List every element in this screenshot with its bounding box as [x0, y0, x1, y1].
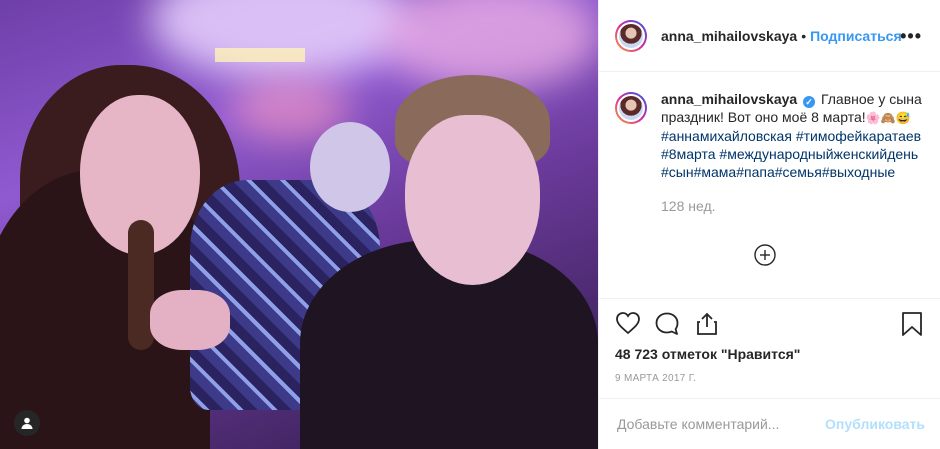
- caption-body: anna_mihailovskaya ✓ Главное у сына праз…: [661, 90, 924, 293]
- comment-icon[interactable]: [654, 311, 680, 337]
- action-bar: [599, 298, 940, 349]
- post-side-panel: anna_mihailovskaya • Подписаться ••• ann…: [598, 0, 940, 449]
- header-username[interactable]: anna_mihailovskaya: [661, 28, 797, 44]
- heart-icon[interactable]: [615, 311, 641, 335]
- hashtag-link[interactable]: #тимофейкаратаев: [796, 128, 921, 144]
- instagram-post: anna_mihailovskaya • Подписаться ••• ann…: [0, 0, 940, 449]
- hashtag-link[interactable]: #папа: [736, 164, 775, 180]
- verified-badge-icon: ✓: [803, 96, 816, 108]
- hashtag-link[interactable]: #8марта: [661, 146, 716, 162]
- bookmark-icon[interactable]: [901, 311, 923, 337]
- avatar[interactable]: [615, 19, 647, 52]
- hashtag-link[interactable]: #семья: [775, 164, 822, 180]
- caption-avatar[interactable]: [615, 92, 647, 124]
- post-header: anna_mihailovskaya • Подписаться •••: [599, 0, 940, 72]
- plus-circle-icon[interactable]: [754, 244, 776, 266]
- post-date[interactable]: 9 МАРТА 2017 Г.: [615, 373, 696, 384]
- share-icon[interactable]: [695, 311, 719, 337]
- comment-box: Опубликовать: [599, 398, 940, 449]
- hashtag-link[interactable]: #аннамихайловская: [661, 128, 792, 144]
- follow-button[interactable]: Подписаться: [810, 28, 902, 44]
- hashtag-link[interactable]: #мама: [694, 164, 737, 180]
- caption-emojis: 🌸🙈😅: [865, 111, 911, 125]
- post-photo[interactable]: [0, 0, 598, 449]
- hashtag-link[interactable]: #сын: [661, 164, 694, 180]
- comment-input[interactable]: [615, 415, 826, 433]
- more-options-icon[interactable]: •••: [900, 26, 922, 47]
- publish-button[interactable]: Опубликовать: [825, 416, 925, 432]
- user-tag-icon[interactable]: [14, 410, 40, 436]
- hashtag-link[interactable]: #международныйженскийдень: [719, 146, 918, 162]
- hashtag-link[interactable]: #выходные: [822, 164, 895, 180]
- caption-time: 128 нед.: [661, 198, 716, 214]
- header-separator: •: [801, 27, 807, 44]
- likes-count[interactable]: 48 723 отметок "Нравится": [615, 346, 800, 362]
- caption-username[interactable]: anna_mihailovskaya: [661, 91, 797, 107]
